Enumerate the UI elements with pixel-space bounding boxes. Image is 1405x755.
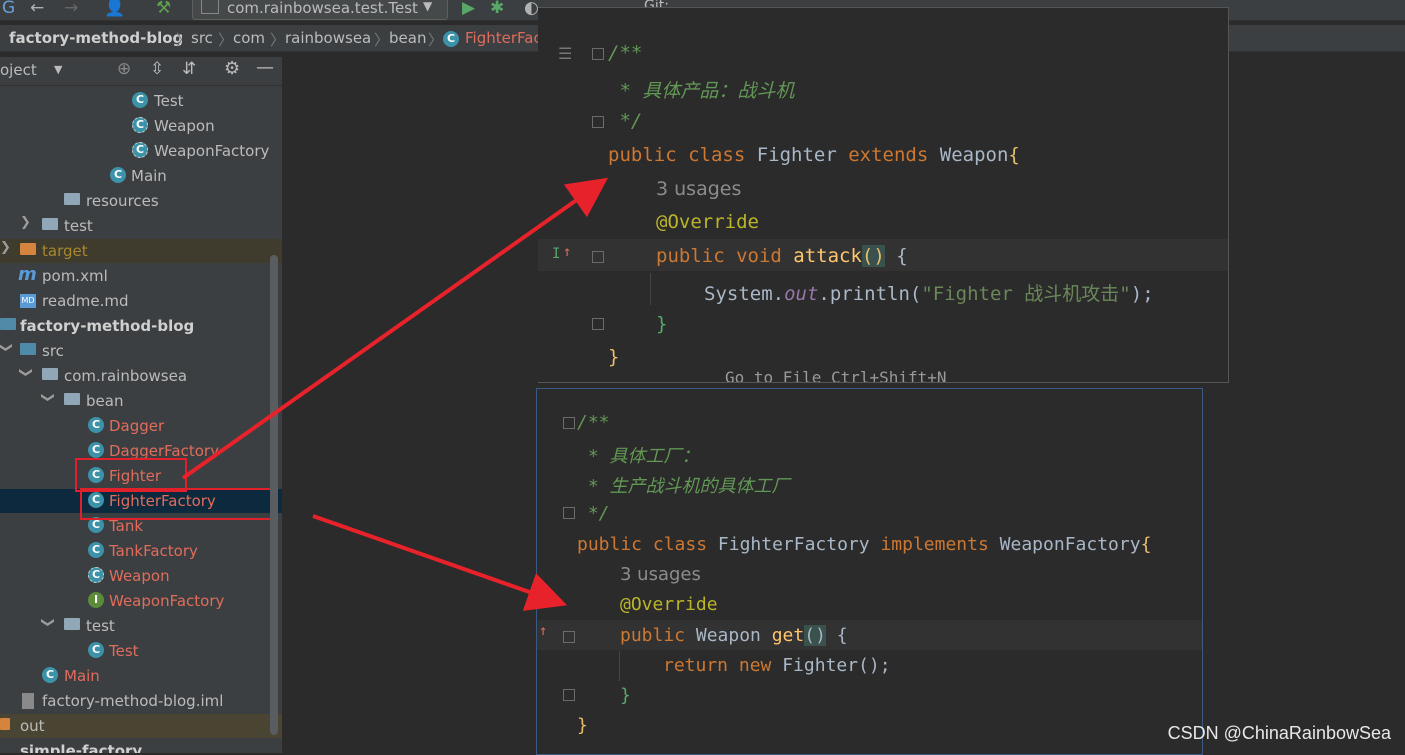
arrow-factory-to-class [312,514,568,611]
annotation-arrows [181,177,609,611]
watermark: CSDN @ChinaRainbowSea [1167,723,1391,743]
arrow-fighter-to-class [181,177,609,480]
